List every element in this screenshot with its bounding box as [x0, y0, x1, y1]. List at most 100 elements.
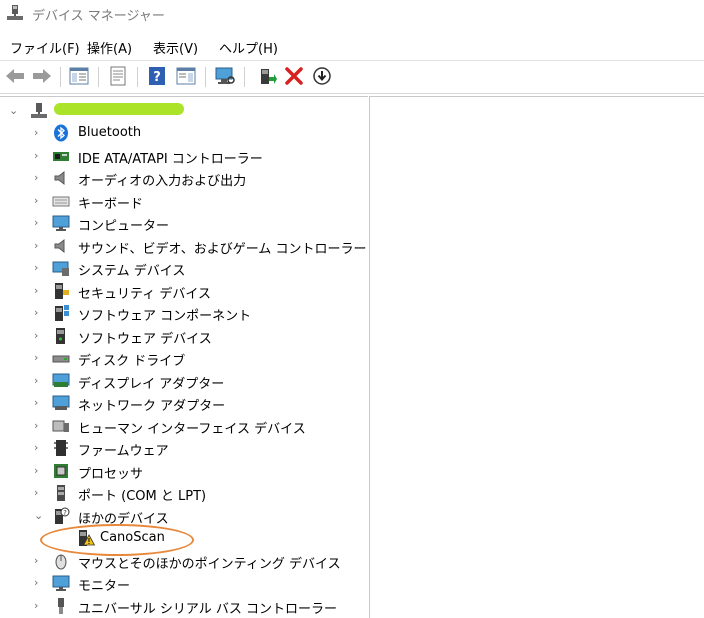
- chevron-right-icon[interactable]: ›: [34, 351, 44, 364]
- tree-item-label: ソフトウェア デバイス: [78, 332, 212, 347]
- chevron-right-icon[interactable]: ›: [34, 194, 44, 207]
- toolbar-separator: [60, 67, 61, 87]
- chevron-right-icon[interactable]: ›: [34, 171, 44, 184]
- menu-action[interactable]: 操作(A): [87, 38, 132, 57]
- chevron-right-icon[interactable]: ›: [34, 284, 44, 297]
- software-component-icon: [55, 305, 69, 321]
- mouse-icon: [55, 554, 67, 570]
- menu-help[interactable]: ヘルプ(H): [219, 38, 278, 57]
- tree-category-item[interactable]: › IDE ATA/ATAPI コントローラー: [0, 145, 368, 167]
- svg-text:?: ?: [63, 509, 67, 517]
- tree-item-label: システム デバイス: [78, 264, 186, 279]
- system-device-icon: [52, 261, 69, 276]
- chevron-right-icon[interactable]: ›: [34, 486, 44, 499]
- forward-arrow-icon[interactable]: [31, 65, 53, 87]
- tree-item-label: オーディオの入力および出力: [78, 174, 247, 189]
- toolbar-separator: [137, 67, 138, 87]
- chevron-right-icon[interactable]: ›: [34, 441, 44, 454]
- tree-category-item[interactable]: › セキュリティ デバイス: [0, 280, 368, 302]
- tree-category-item[interactable]: › ファームウェア: [0, 437, 368, 459]
- tree-item-label: セキュリティ デバイス: [78, 287, 211, 302]
- tree-item-label: プロセッサ: [78, 467, 144, 482]
- svg-text:?: ?: [153, 70, 161, 85]
- update-driver-icon[interactable]: [255, 65, 277, 87]
- toolbar-separator: [244, 67, 245, 87]
- scan-hardware-icon[interactable]: [214, 65, 236, 87]
- chevron-down-icon[interactable]: ⌄: [34, 509, 44, 522]
- tree-item-label: サウンド、ビデオ、およびゲーム コントローラー: [78, 242, 367, 257]
- tree-category-item[interactable]: › キーボード: [0, 190, 368, 212]
- tree-category-item[interactable]: › コンピューター: [0, 212, 368, 234]
- chevron-right-icon[interactable]: ›: [34, 329, 44, 342]
- help-icon[interactable]: ?: [146, 65, 168, 87]
- chevron-right-icon[interactable]: ›: [34, 576, 44, 589]
- tree-item-label: ヒューマン インターフェイス デバイス: [78, 422, 306, 437]
- tree-item-label: ユニバーサル シリアル バス コントローラー: [78, 602, 338, 617]
- disk-drive-icon: [52, 355, 70, 363]
- disable-device-icon[interactable]: [311, 65, 333, 87]
- tree-category-item[interactable]: › ディスク ドライブ: [0, 347, 368, 369]
- menu-file[interactable]: ファイル(F): [10, 38, 80, 57]
- chevron-down-icon[interactable]: ⌄: [9, 104, 19, 117]
- chevron-right-icon[interactable]: ›: [34, 464, 44, 477]
- tree-category-item[interactable]: › サウンド、ビデオ、およびゲーム コントローラー: [0, 235, 368, 257]
- chevron-right-icon[interactable]: ›: [34, 149, 44, 162]
- sound-icon: [54, 238, 65, 254]
- chevron-right-icon[interactable]: ›: [34, 396, 44, 409]
- firmware-icon: [54, 440, 68, 456]
- tree-category-item[interactable]: › ディスプレイ アダプター: [0, 370, 368, 392]
- tree-item-label: コンピューター: [78, 219, 170, 234]
- tree-category-item[interactable]: ⌄? ほかのデバイス: [0, 505, 368, 527]
- ide-controller-icon: [53, 152, 69, 161]
- toolbar: ?: [0, 60, 704, 94]
- monitor-icon: [52, 215, 70, 231]
- display-adapter-icon: [52, 373, 70, 387]
- tree-category-item[interactable]: › プロセッサ: [0, 460, 368, 482]
- chevron-right-icon[interactable]: ›: [34, 374, 44, 387]
- chevron-right-icon[interactable]: ›: [34, 306, 44, 319]
- action-pane-icon[interactable]: [175, 65, 197, 87]
- window-title: デバイス マネージャー: [32, 9, 165, 24]
- processor-icon: [54, 464, 68, 478]
- tree-category-item[interactable]: › Bluetooth: [0, 122, 368, 144]
- chevron-right-icon[interactable]: ›: [34, 126, 44, 139]
- menu-view[interactable]: 表示(V): [153, 38, 198, 57]
- tree-item-label: Bluetooth: [78, 125, 142, 140]
- tree-category-item[interactable]: › ネットワーク アダプター: [0, 392, 368, 414]
- chevron-right-icon[interactable]: ›: [34, 419, 44, 432]
- monitor-icon: [52, 575, 70, 591]
- tree-category-item[interactable]: › ユニバーサル シリアル バス コントローラー: [0, 595, 368, 617]
- tree-category-item[interactable]: › モニター: [0, 572, 368, 594]
- chevron-right-icon[interactable]: ›: [34, 239, 44, 252]
- tree-category-item[interactable]: › ソフトウェア デバイス: [0, 325, 368, 347]
- tree-category-item[interactable]: › ソフトウェア コンポーネント: [0, 302, 368, 324]
- tree-item-label: ソフトウェア コンポーネント: [78, 309, 252, 324]
- tree-category-item[interactable]: › マウスとそのほかのポインティング デバイス: [0, 550, 368, 572]
- port-icon: [57, 485, 65, 501]
- tree-category-item[interactable]: › ポート (COM と LPT): [0, 482, 368, 504]
- tree-category-item[interactable]: › システム デバイス: [0, 257, 368, 279]
- chevron-right-icon[interactable]: ›: [34, 261, 44, 274]
- tree-category-item[interactable]: › オーディオの入力および出力: [0, 167, 368, 189]
- tree-item-label: ネットワーク アダプター: [78, 399, 226, 414]
- toolbar-separator: [98, 67, 99, 87]
- console-tree-icon[interactable]: [68, 65, 90, 87]
- tree-item-label: IDE ATA/ATAPI コントローラー: [78, 152, 263, 167]
- menu-bar: ファイル(F) 操作(A) 表示(V) ヘルプ(H): [0, 34, 704, 58]
- tree-item-label: モニター: [78, 579, 131, 594]
- chevron-right-icon[interactable]: ›: [34, 599, 44, 612]
- properties-icon[interactable]: [107, 65, 129, 87]
- tree-item-label: ポート (COM と LPT): [78, 489, 207, 504]
- tree-item-label: ファームウェア: [78, 444, 169, 459]
- uninstall-device-icon[interactable]: [283, 65, 305, 87]
- back-arrow-icon[interactable]: [4, 65, 26, 87]
- tree-item-label: ディスプレイ アダプター: [78, 377, 225, 392]
- unknown-device-icon: ?: [55, 507, 70, 524]
- tree-category-item[interactable]: › ヒューマン インターフェイス デバイス: [0, 415, 368, 437]
- chevron-right-icon[interactable]: ›: [34, 216, 44, 229]
- speaker-icon: [54, 170, 65, 186]
- network-adapter-icon: [52, 395, 70, 410]
- detail-pane: [369, 96, 704, 618]
- chevron-right-icon[interactable]: ›: [34, 554, 44, 567]
- software-device-icon: [56, 328, 65, 344]
